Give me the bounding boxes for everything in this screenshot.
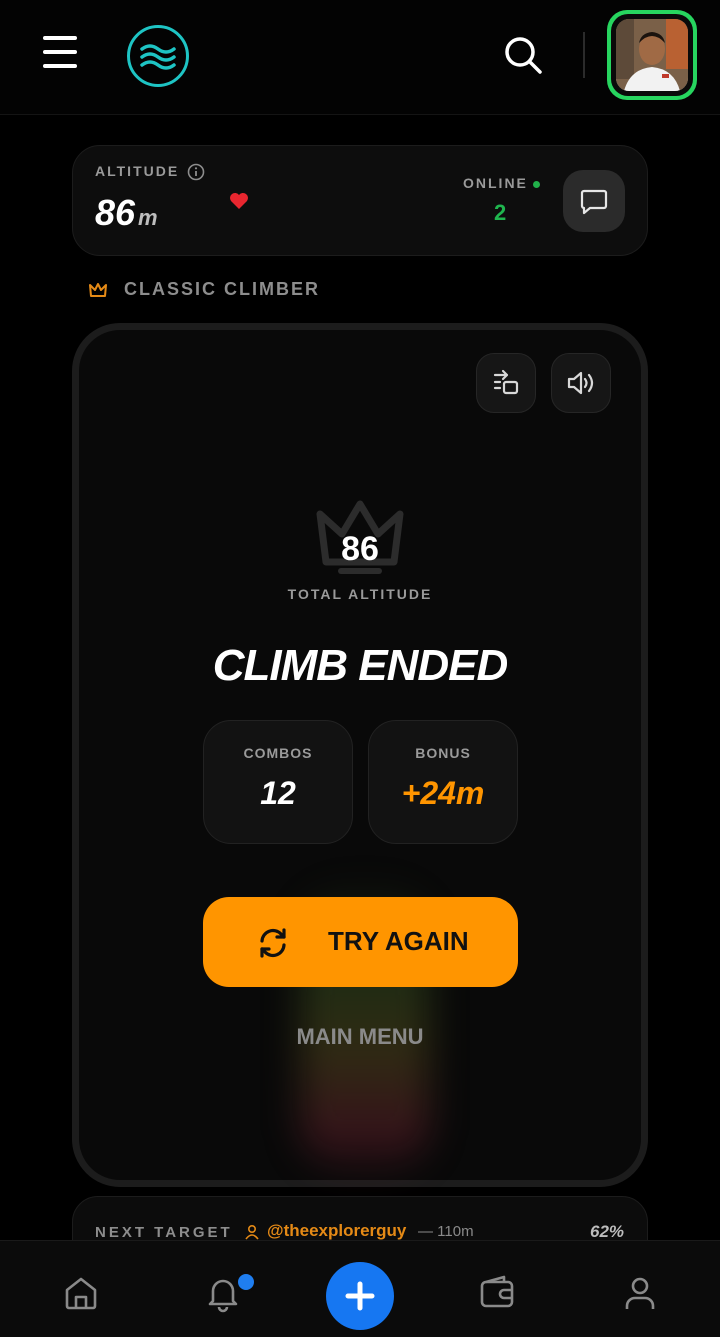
altitude-value: 86 m xyxy=(95,192,158,234)
next-target-label: NEXT TARGET xyxy=(95,1224,233,1241)
refresh-icon xyxy=(254,924,292,962)
online-status-dot xyxy=(533,181,540,188)
switch-icon xyxy=(493,369,519,395)
switch-view-button[interactable] xyxy=(476,353,536,413)
plus-icon xyxy=(345,1281,375,1311)
profile-icon[interactable] xyxy=(620,1273,660,1313)
heart-icon xyxy=(228,190,250,212)
waves-logo-icon[interactable] xyxy=(127,25,189,87)
altitude-label: ALTITUDE xyxy=(95,163,180,179)
bonus-value: +24m xyxy=(401,775,485,811)
next-target-distance: — 110m xyxy=(418,1223,474,1240)
online-label: ONLINE xyxy=(463,175,528,191)
sound-toggle-button[interactable] xyxy=(551,353,611,413)
home-icon[interactable] xyxy=(61,1273,101,1313)
game-mode-label: CLASSIC CLIMBER xyxy=(124,279,320,299)
chat-icon xyxy=(580,189,608,215)
user-icon xyxy=(244,1224,260,1240)
crown-icon xyxy=(88,281,108,299)
create-button[interactable] xyxy=(326,1262,394,1330)
total-altitude-label: TOTAL ALTITUDE xyxy=(287,586,433,602)
speaker-icon xyxy=(567,371,594,395)
combos-label: COMBOS xyxy=(243,745,313,761)
bonus-stat: BONUS +24m xyxy=(368,720,518,844)
bonus-label: BONUS xyxy=(415,745,471,761)
try-again-label[interactable]: TRY AGAIN xyxy=(328,926,469,957)
online-count: 2 xyxy=(494,200,507,225)
climb-ended-title: CLIMB ENDED xyxy=(212,641,509,690)
combos-stat: COMBOS 12 xyxy=(203,720,353,844)
wallet-icon[interactable] xyxy=(477,1273,517,1313)
notification-badge xyxy=(236,1272,256,1292)
header-divider xyxy=(583,32,585,78)
main-menu-link[interactable]: MAIN MENU xyxy=(210,1024,510,1050)
altitude-number: 86 xyxy=(95,192,136,233)
avatar[interactable] xyxy=(616,19,688,91)
next-target-user[interactable]: @theexplorerguy xyxy=(267,1221,406,1241)
hamburger-menu-icon[interactable] xyxy=(40,34,80,70)
chat-button[interactable] xyxy=(563,170,625,232)
altitude-card xyxy=(72,145,648,256)
info-icon[interactable] xyxy=(187,163,205,181)
total-altitude-value: 86 xyxy=(341,530,379,568)
next-target-percent: 62% xyxy=(590,1222,625,1241)
combos-value: 12 xyxy=(260,775,296,811)
search-icon[interactable] xyxy=(498,30,548,80)
altitude-unit: m xyxy=(138,205,158,230)
